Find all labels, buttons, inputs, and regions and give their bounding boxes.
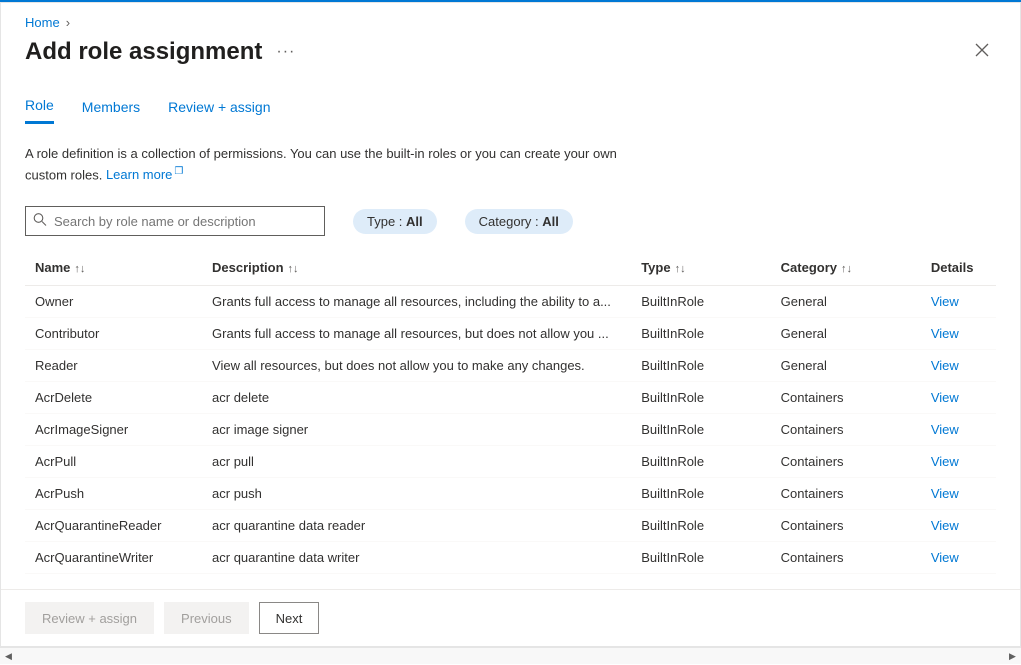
cell-name: AcrImageSigner — [25, 414, 202, 446]
cell-name: AcrPush — [25, 478, 202, 510]
col-header-description[interactable]: Description↑↓ — [202, 252, 631, 286]
col-header-category[interactable]: Category↑↓ — [771, 252, 921, 286]
table-header: Name↑↓ Description↑↓ Type↑↓ Category↑↓ D… — [25, 252, 996, 286]
cell-description: View all resources, but does not allow y… — [202, 350, 631, 382]
col-header-name[interactable]: Name↑↓ — [25, 252, 202, 286]
table-row[interactable]: AcrPullacr pullBuiltInRoleContainers View — [25, 446, 996, 478]
tab-members[interactable]: Members — [82, 97, 140, 124]
review-assign-button: Review + assign — [25, 602, 154, 634]
cell-description: acr quarantine data writer — [202, 542, 631, 574]
next-button[interactable]: Next — [259, 602, 320, 634]
view-link[interactable]: View — [931, 294, 959, 309]
panel-body: Role Members Review + assign A role defini… — [1, 77, 1020, 589]
cell-type: BuiltInRole — [631, 414, 770, 446]
cell-type: BuiltInRole — [631, 350, 770, 382]
search-icon — [33, 213, 47, 230]
cell-name: Reader — [25, 350, 202, 382]
cell-description: acr pull — [202, 446, 631, 478]
cell-category: Containers — [771, 414, 921, 446]
cell-type: BuiltInRole — [631, 478, 770, 510]
cell-category: General — [771, 350, 921, 382]
cell-type: BuiltInRole — [631, 286, 770, 318]
external-link-icon: ❐ — [174, 164, 183, 179]
breadcrumb-home-link[interactable]: Home — [25, 15, 60, 30]
page-title: Add role assignment — [25, 38, 262, 66]
col-header-type[interactable]: Type↑↓ — [631, 252, 770, 286]
chevron-right-icon: › — [66, 15, 70, 30]
col-header-details: Details — [921, 252, 996, 286]
cell-type: BuiltInRole — [631, 382, 770, 414]
cell-type: BuiltInRole — [631, 510, 770, 542]
scroll-right-arrow-icon[interactable]: ▶ — [1004, 648, 1021, 665]
cell-description: acr image signer — [202, 414, 631, 446]
search-box — [25, 206, 325, 236]
cell-category: General — [771, 286, 921, 318]
cell-name: AcrDelete — [25, 382, 202, 414]
view-link[interactable]: View — [931, 550, 959, 565]
cell-category: Containers — [771, 542, 921, 574]
tab-review-assign[interactable]: Review + assign — [168, 97, 270, 124]
more-actions-icon[interactable]: ··· — [276, 43, 295, 61]
cell-name: AcrQuarantineReader — [25, 510, 202, 542]
cell-category: General — [771, 318, 921, 350]
sort-icon: ↑↓ — [74, 263, 85, 275]
view-link[interactable]: View — [931, 358, 959, 373]
filter-row: Type : All Category : All — [25, 206, 996, 236]
roles-table: Name↑↓ Description↑↓ Type↑↓ Category↑↓ D… — [25, 252, 996, 574]
sort-icon: ↑↓ — [841, 263, 852, 275]
table-row[interactable]: ContributorGrants full access to manage … — [25, 318, 996, 350]
cell-name: Owner — [25, 286, 202, 318]
cell-type: BuiltInRole — [631, 446, 770, 478]
cell-name: Contributor — [25, 318, 202, 350]
view-link[interactable]: View — [931, 390, 959, 405]
cell-description: acr delete — [202, 382, 631, 414]
view-link[interactable]: View — [931, 454, 959, 469]
scroll-left-arrow-icon[interactable]: ◀ — [0, 648, 17, 665]
table-row[interactable]: AcrQuarantineWriteracr quarantine data w… — [25, 542, 996, 574]
view-link[interactable]: View — [931, 486, 959, 501]
table-row[interactable]: AcrImageSigneracr image signerBuiltInRol… — [25, 414, 996, 446]
close-button[interactable] — [968, 36, 996, 67]
role-description-text: A role definition is a collection of per… — [25, 144, 625, 184]
breadcrumb: Home › — [1, 3, 1020, 30]
cell-type: BuiltInRole — [631, 318, 770, 350]
sort-icon: ↑↓ — [675, 263, 686, 275]
sort-icon: ↑↓ — [288, 263, 299, 275]
add-role-assignment-panel: Home › Add role assignment ··· Role Membe… — [1, 3, 1020, 646]
cell-description: acr quarantine data reader — [202, 510, 631, 542]
cell-description: Grants full access to manage all resourc… — [202, 286, 631, 318]
table-row[interactable]: AcrPushacr pushBuiltInRoleContainers View — [25, 478, 996, 510]
filter-category-pill[interactable]: Category : All — [465, 209, 573, 234]
cell-description: Grants full access to manage all resourc… — [202, 318, 631, 350]
table-row[interactable]: ReaderView all resources, but does not a… — [25, 350, 996, 382]
cell-category: Containers — [771, 382, 921, 414]
cell-category: Containers — [771, 510, 921, 542]
footer-actions: Review + assign Previous Next — [1, 589, 1020, 646]
cell-name: AcrQuarantineWriter — [25, 542, 202, 574]
table-row[interactable]: AcrQuarantineReaderacr quarantine data r… — [25, 510, 996, 542]
filter-type-pill[interactable]: Type : All — [353, 209, 437, 234]
view-link[interactable]: View — [931, 422, 959, 437]
horizontal-scrollbar[interactable]: ◀ ▶ — [0, 647, 1021, 664]
tab-role[interactable]: Role — [25, 97, 54, 124]
view-link[interactable]: View — [931, 326, 959, 341]
tab-strip: Role Members Review + assign — [25, 97, 996, 124]
previous-button: Previous — [164, 602, 249, 634]
search-input[interactable] — [25, 206, 325, 236]
view-link[interactable]: View — [931, 518, 959, 533]
cell-type: BuiltInRole — [631, 542, 770, 574]
cell-description: acr push — [202, 478, 631, 510]
cell-category: Containers — [771, 446, 921, 478]
learn-more-link[interactable]: Learn more❐ — [106, 167, 183, 182]
cell-category: Containers — [771, 478, 921, 510]
table-row[interactable]: OwnerGrants full access to manage all re… — [25, 286, 996, 318]
cell-name: AcrPull — [25, 446, 202, 478]
close-icon — [974, 42, 990, 58]
table-row[interactable]: AcrDeleteacr deleteBuiltInRoleContainers… — [25, 382, 996, 414]
header-row: Add role assignment ··· — [1, 30, 1020, 77]
